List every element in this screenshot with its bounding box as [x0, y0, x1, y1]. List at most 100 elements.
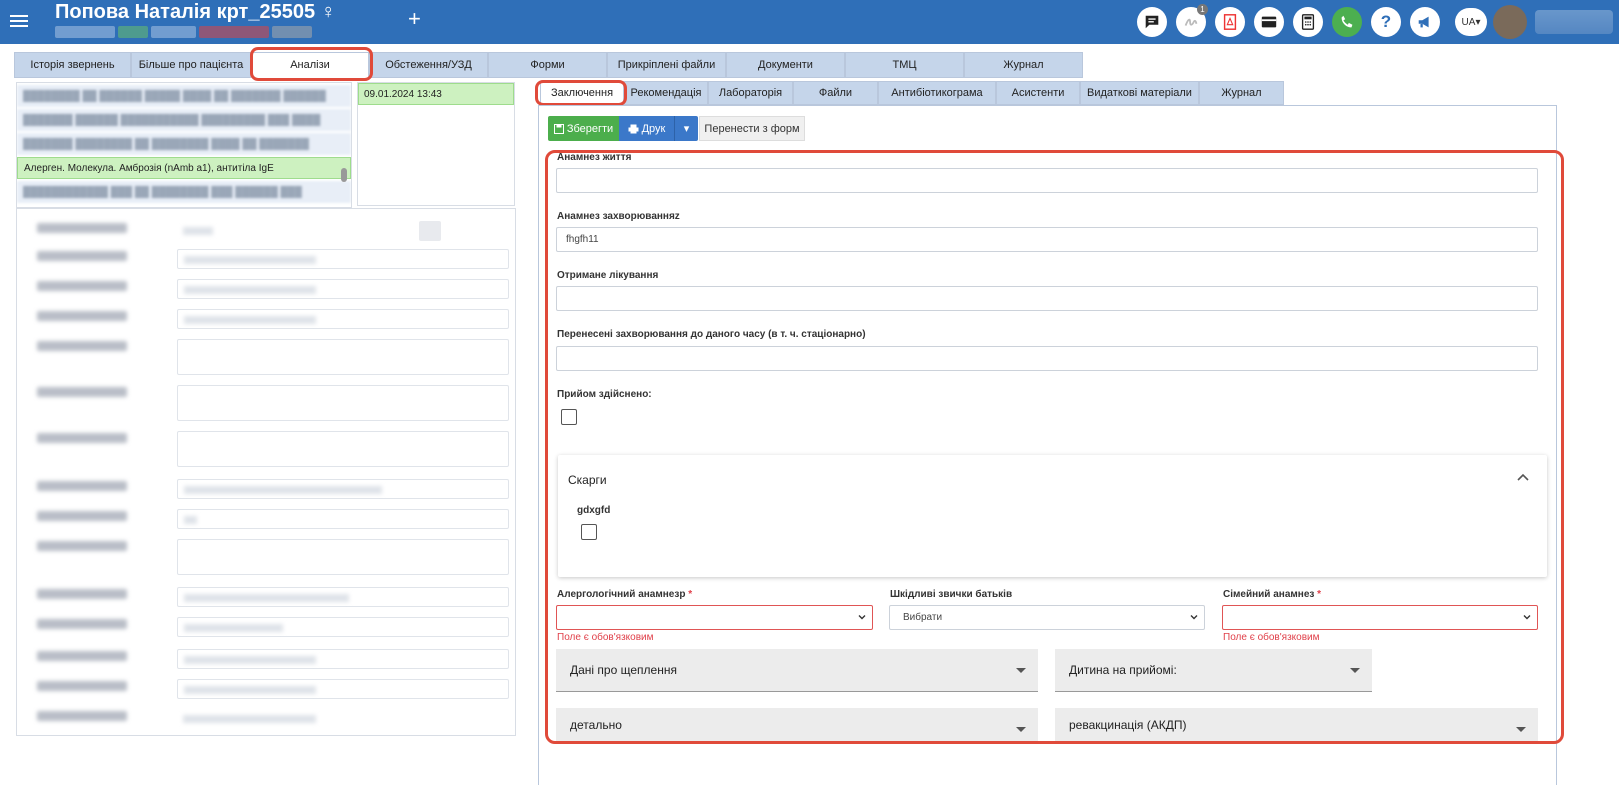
language-selector[interactable]: UA ▾	[1455, 8, 1487, 36]
vaccination-select-value: Дані про щеплення	[570, 663, 677, 677]
tab-assistants[interactable]: Асистенти	[996, 81, 1080, 105]
search-icon[interactable]	[419, 221, 441, 241]
print-button[interactable]: Друк	[619, 116, 674, 141]
blurred-select[interactable]	[177, 649, 509, 669]
family-anamnesis-select[interactable]	[1222, 605, 1538, 630]
blurred-textarea[interactable]	[177, 539, 509, 575]
analyses-list: ████████ ██ ██████ █████ ████ ██ ███████…	[16, 82, 352, 208]
print-dropdown-button[interactable]: ▾	[674, 116, 698, 141]
list-scrollbar[interactable]	[340, 84, 348, 204]
phone-icon[interactable]	[1332, 7, 1362, 37]
disease-anamnesis-label: Анамнез захворюванняz	[557, 211, 680, 222]
complaints-card: Скарги gdxgfd	[558, 455, 1547, 577]
vaccination-select[interactable]: Дані про щеплення	[556, 649, 1038, 692]
app-header: Попова Наталія крт_25505 ♀ + 1 ? UA ▾	[0, 0, 1619, 44]
caret-down-icon	[1516, 727, 1526, 732]
tab-tmc[interactable]: ТМЦ	[845, 52, 964, 78]
revaccination-select-value: ревакцинація (АКДП)	[1069, 717, 1187, 732]
blurred-select[interactable]	[177, 309, 509, 329]
chevron-down-icon	[1190, 615, 1198, 620]
chevron-up-icon[interactable]	[1517, 473, 1529, 481]
blurred-textarea[interactable]	[177, 385, 509, 421]
family-anamnesis-label: Сімейний анамнез *	[1223, 589, 1322, 600]
list-item-selected[interactable]: Алерген. Молекула. Амброзія (nAmb a1), а…	[17, 157, 351, 179]
past-diseases-label: Перенесені захворювання до даного часу (…	[557, 329, 866, 340]
family-required-error: Поле є обов'язковим	[1223, 632, 1320, 643]
notification-badge: 1	[1197, 4, 1208, 15]
tab-history[interactable]: Історія звернень	[14, 52, 131, 78]
revaccination-select[interactable]: ревакцинація (АКДП)	[1055, 708, 1538, 742]
treatment-label: Отримане лікування	[557, 270, 659, 281]
tab-conclusion[interactable]: Заключення	[540, 81, 624, 105]
child-on-reception-select[interactable]: Дитина на прийомі:	[1055, 649, 1372, 692]
result-tabs: Заключення Рекомендація Лабораторія Файл…	[540, 81, 1284, 105]
tab-antibiogram[interactable]: Антибіотикограма	[878, 81, 996, 105]
caret-down-icon: ▾	[683, 123, 690, 135]
blurred-input[interactable]	[177, 617, 509, 637]
tab-attached-files[interactable]: Прикріплені файли	[607, 52, 726, 78]
patient-tabs: Історія звернень Більше про пацієнта Ана…	[14, 52, 1083, 78]
female-icon: ♀	[320, 1, 336, 23]
tab-patient-info[interactable]: Більше про пацієнта	[131, 52, 251, 78]
list-item[interactable]: ███████ ██████ ███████████ █████████ ███…	[17, 109, 351, 131]
parents-habits-value: Вибрати	[903, 612, 943, 623]
list-item[interactable]: ████████████ ███ ██ ████████ ███ ██████ …	[17, 181, 351, 203]
blurred-input[interactable]	[177, 509, 509, 529]
transfer-from-forms-button[interactable]: Перенести з форм	[699, 116, 805, 141]
blurred-input[interactable]	[177, 479, 509, 499]
date-item[interactable]: 09.01.2024 13:43	[358, 83, 514, 105]
past-diseases-input[interactable]	[556, 346, 1538, 371]
add-icon[interactable]: +	[408, 6, 421, 32]
detail-select[interactable]: детально	[556, 708, 1038, 742]
pdf-icon[interactable]	[1215, 7, 1245, 37]
card-icon[interactable]	[1254, 7, 1284, 37]
list-item[interactable]: ███████ ████████ ██ ████████ ████ ██ ███…	[17, 133, 351, 155]
tab-recommendation[interactable]: Рекомендація	[624, 81, 708, 105]
tab-materials[interactable]: Видаткові матеріали	[1080, 81, 1199, 105]
complaint-item-checkbox[interactable]	[581, 524, 597, 540]
life-anamnesis-input[interactable]	[556, 168, 1538, 193]
detail-select-value: детально	[570, 717, 622, 732]
menu-icon[interactable]	[10, 12, 28, 30]
complaint-item-label: gdxgfd	[577, 505, 611, 516]
language-label: UA	[1461, 16, 1476, 28]
calculator-icon[interactable]	[1293, 7, 1323, 37]
list-item[interactable]: ████████ ██ ██████ █████ ████ ██ ███████…	[17, 85, 351, 107]
parents-habits-label: Шкідливі звички батьків	[890, 589, 1013, 600]
caret-down-icon	[1016, 727, 1026, 732]
allergy-anamnesis-select[interactable]	[556, 605, 873, 630]
reception-checkbox[interactable]	[561, 409, 577, 425]
avatar[interactable]	[1493, 5, 1527, 39]
dates-list: 09.01.2024 13:43	[357, 82, 515, 206]
parents-habits-select[interactable]: Вибрати	[889, 605, 1205, 630]
tab-documents[interactable]: Документи	[726, 52, 845, 78]
tab-forms[interactable]: Форми	[488, 52, 607, 78]
save-label: Зберегти	[566, 122, 614, 135]
life-anamnesis-label: Анамнез життя	[557, 152, 632, 163]
tab-journal[interactable]: Журнал	[964, 52, 1083, 78]
blurred-textarea[interactable]	[177, 431, 509, 467]
blurred-textarea[interactable]	[177, 339, 509, 375]
blurred-select[interactable]	[177, 249, 509, 269]
caret-down-icon	[1016, 668, 1026, 673]
tab-examination[interactable]: Обстеження/УЗД	[369, 52, 488, 78]
blurred-select[interactable]	[177, 679, 509, 699]
tab-files[interactable]: Файли	[793, 81, 878, 105]
help-icon[interactable]: ?	[1371, 7, 1401, 37]
tab-analyses[interactable]: Аналізи	[251, 52, 369, 78]
save-button[interactable]: Зберегти	[548, 116, 619, 141]
patient-meta-badges	[55, 26, 312, 38]
disease-anamnesis-input[interactable]: fhgfh11	[556, 227, 1538, 252]
chat-icon[interactable]	[1137, 7, 1167, 37]
tab-laboratory[interactable]: Лабораторія	[708, 81, 793, 105]
user-name-blurred	[1535, 10, 1613, 34]
megaphone-icon[interactable]	[1410, 7, 1440, 37]
floppy-icon	[553, 123, 564, 134]
patient-name-text: Попова Наталія крт_25505	[55, 1, 316, 23]
tab-result-journal[interactable]: Журнал	[1199, 81, 1284, 105]
blurred-input[interactable]	[177, 587, 509, 607]
signature-icon[interactable]: 1	[1176, 4, 1208, 37]
treatment-input[interactable]	[556, 286, 1538, 311]
printer-icon	[628, 124, 639, 133]
blurred-select[interactable]	[177, 279, 509, 299]
